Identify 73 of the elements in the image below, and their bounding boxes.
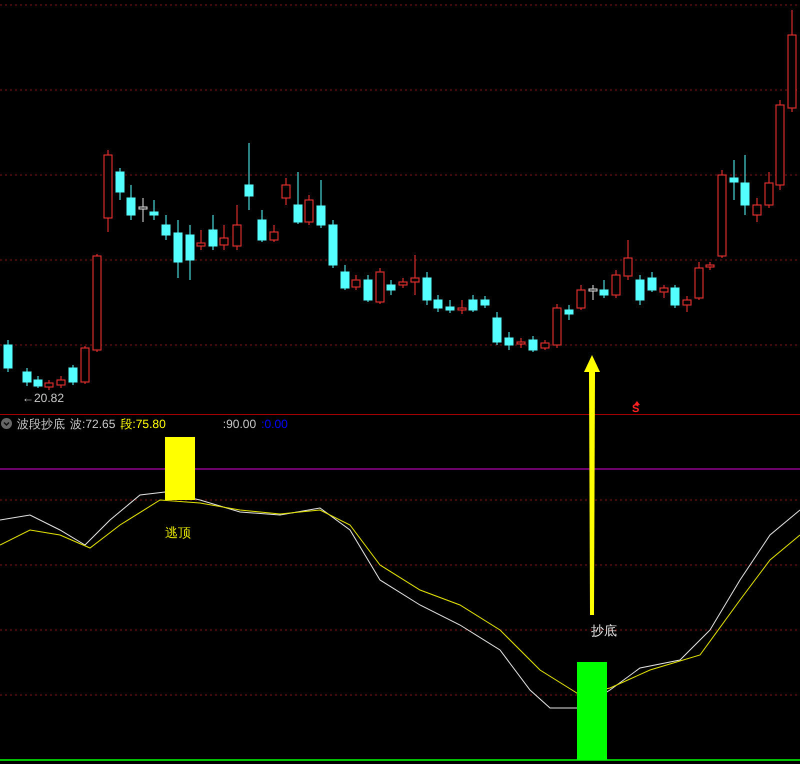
candlestick	[588, 284, 598, 300]
candlestick	[624, 240, 632, 280]
candlestick	[44, 380, 54, 390]
candlestick	[196, 230, 206, 250]
candlestick	[636, 274, 644, 306]
indicator-name: 波段抄底	[17, 418, 65, 430]
indicator-value: 波:72.65	[70, 418, 116, 430]
collapse-chevron-icon[interactable]	[1, 418, 12, 429]
candlestick	[410, 254, 420, 296]
candlestick	[564, 304, 574, 320]
candlestick	[4, 340, 12, 372]
candlestick	[540, 340, 550, 350]
candlestick	[528, 336, 538, 352]
candlestick	[752, 198, 762, 222]
candlestick	[352, 274, 360, 290]
candlestick	[56, 376, 66, 388]
candlestick	[34, 376, 42, 388]
candlestick	[670, 284, 680, 308]
top-signal-bar	[165, 437, 195, 500]
candlestick	[126, 184, 136, 220]
candlestick	[682, 296, 692, 312]
candlestick	[648, 272, 656, 292]
candlestick	[764, 172, 774, 208]
candlestick	[186, 224, 194, 280]
indicator-value: :90.00	[222, 418, 256, 430]
candlestick	[504, 332, 514, 350]
candlestick	[22, 368, 32, 386]
candlestick	[316, 180, 326, 228]
candlestick	[138, 198, 148, 222]
candlestick	[208, 214, 218, 250]
candlestick	[364, 274, 372, 302]
candlestick	[730, 160, 738, 200]
candlestick	[458, 300, 466, 314]
candlestick	[398, 278, 408, 288]
candlestick	[446, 300, 454, 314]
candlestick	[220, 224, 228, 250]
candlestick	[340, 264, 350, 290]
candlestick	[116, 168, 124, 200]
candlestick	[294, 172, 302, 224]
indicator-value: :0.00	[261, 418, 288, 430]
candlestick	[232, 204, 242, 250]
candlestick	[422, 272, 432, 306]
candlestick	[150, 200, 158, 220]
candlestick	[552, 304, 562, 348]
candlestick	[706, 262, 714, 270]
candlestick	[258, 210, 266, 242]
candlestick	[282, 178, 290, 206]
candlestick	[492, 312, 502, 346]
candlestick	[468, 294, 478, 312]
candlestick	[328, 220, 338, 268]
candlestick	[68, 364, 78, 386]
candlestick	[304, 194, 314, 226]
price-marker: ←20.82	[22, 392, 64, 404]
candlestick	[162, 214, 170, 240]
candlestick	[386, 280, 396, 296]
candlestick	[376, 268, 384, 304]
candlestick	[660, 284, 668, 298]
candlestick	[270, 224, 278, 242]
triangle-icon	[634, 401, 640, 405]
candlestick	[600, 280, 608, 298]
candlestick	[174, 220, 182, 278]
candlestick	[244, 142, 254, 210]
candlestick	[740, 154, 750, 216]
candlestick	[480, 296, 490, 308]
candlestick	[516, 338, 526, 348]
signal-label: 逃顶	[165, 525, 191, 540]
signal-label: 抄底	[591, 623, 617, 638]
candlestick	[80, 346, 90, 384]
candlestick	[694, 262, 704, 300]
candlestick	[434, 294, 442, 312]
candlestick	[612, 270, 620, 298]
indicator-value: 段:75.80	[120, 418, 166, 430]
candlestick	[576, 284, 586, 310]
